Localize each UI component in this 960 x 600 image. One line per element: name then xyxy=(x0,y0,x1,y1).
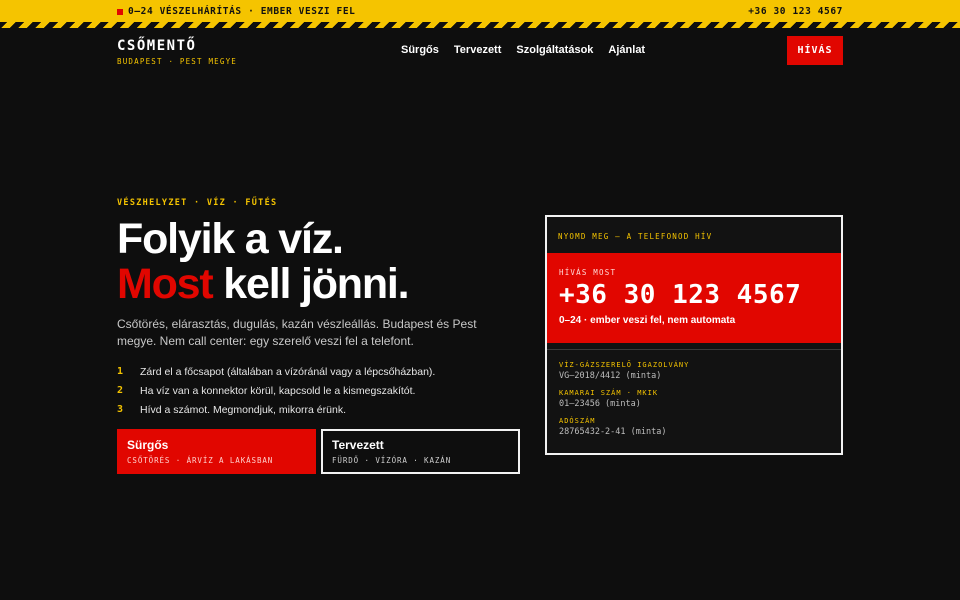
alert-text: 0–24 VÉSZELHÁRÍTÁS · EMBER VESZI FEL xyxy=(128,6,356,17)
panel-call-note: 0–24 · ember veszi fel, nem automata xyxy=(559,315,736,326)
step-text: Ha víz van a konnektor körül, kapcsold l… xyxy=(140,384,416,397)
hero-eyebrow: VÉSZHELYZET · VÍZ · FŰTÉS xyxy=(117,198,278,208)
planned-cta-button[interactable]: Tervezett FÜRDŐ · VÍZÓRA · KAZÁN xyxy=(321,429,520,474)
headline-line1: Folyik a víz. xyxy=(117,215,344,263)
headline-rest: kell jönni. xyxy=(212,260,409,308)
emergency-steps: 1 Zárd el a főcsapot (általában a vízórá… xyxy=(117,362,435,419)
nav-item-offer[interactable]: Ajánlat xyxy=(608,44,645,56)
credential-label: ADÓSZÁM xyxy=(559,417,596,425)
headline-emphasis: Most xyxy=(117,260,214,308)
nav-item-planned[interactable]: Tervezett xyxy=(454,44,501,56)
top-alert-bar: 0–24 VÉSZELHÁRÍTÁS · EMBER VESZI FEL +36… xyxy=(0,0,960,22)
brand-name: CSŐMENTŐ xyxy=(117,38,197,54)
topbar-phone-link[interactable]: +36 30 123 4567 xyxy=(748,6,843,17)
panel-call-label: HÍVÁS MOST xyxy=(559,268,617,277)
credential-label: KAMARAI SZÁM · MKIK xyxy=(559,389,659,397)
hero-lead: Csőtörés, elárasztás, dugulás, kazán vés… xyxy=(117,317,477,348)
nav-item-urgent[interactable]: Sürgős xyxy=(401,44,439,56)
step-number: 3 xyxy=(117,404,124,415)
call-button[interactable]: HÍVÁS xyxy=(787,36,843,65)
planned-cta-title: Tervezett xyxy=(332,438,384,452)
panel-call-block[interactable]: HÍVÁS MOST +36 30 123 4567 0–24 · ember … xyxy=(547,253,841,343)
brand-tagline: BUDAPEST · PEST MEGYE xyxy=(117,57,238,66)
credential-value: 28765432-2-41 (minta) xyxy=(559,427,667,437)
step-number: 1 xyxy=(117,366,124,377)
alert-message: 0–24 VÉSZELHÁRÍTÁS · EMBER VESZI FEL xyxy=(117,6,356,17)
brand-logo[interactable]: CSŐMENTŐ BUDAPEST · PEST MEGYE xyxy=(117,38,237,66)
urgent-cta-subtitle: CSŐTÖRÉS · ÁRVÍZ A LAKÁSBAN xyxy=(127,456,274,465)
panel-header: NYOMD MEG — A TELEFONOD HÍV xyxy=(558,232,713,241)
credentials-list: VÍZ-GÁZSZERELŐ IGAZOLVÁNY VG–2018/4412 (… xyxy=(559,361,689,445)
credential-value: 01–23456 (minta) xyxy=(559,399,641,409)
credential-value: VG–2018/4412 (minta) xyxy=(559,371,662,381)
credential-label: VÍZ-GÁZSZERELŐ IGAZOLVÁNY xyxy=(559,361,690,369)
step-text: Zárd el a főcsapot (általában a vízóráná… xyxy=(140,365,436,378)
step-item: 3 Hívd a számot. Megmondjuk, mikorra érü… xyxy=(117,400,435,419)
panel-phone-number[interactable]: +36 30 123 4567 xyxy=(559,280,829,310)
planned-cta-subtitle: FÜRDŐ · VÍZÓRA · KAZÁN xyxy=(332,456,452,465)
hazard-stripes xyxy=(0,22,960,28)
hero-headline: Folyik a víz. Most kell jönni. xyxy=(117,215,410,308)
alert-square-icon xyxy=(117,8,123,15)
call-panel: NYOMD MEG — A TELEFONOD HÍV HÍVÁS MOST +… xyxy=(545,215,843,455)
step-text: Hívd a számot. Megmondjuk, mikorra érünk… xyxy=(140,403,346,416)
urgent-cta-button[interactable]: Sürgős CSŐTÖRÉS · ÁRVÍZ A LAKÁSBAN xyxy=(117,429,316,474)
step-item: 2 Ha víz van a konnektor körül, kapcsold… xyxy=(117,381,435,400)
step-item: 1 Zárd el a főcsapot (általában a vízórá… xyxy=(117,362,435,381)
main-nav: Sürgős Tervezett Szolgáltatások Ajánlat xyxy=(401,44,645,56)
nav-item-services[interactable]: Szolgáltatások xyxy=(516,44,593,56)
step-number: 2 xyxy=(117,385,124,396)
urgent-cta-title: Sürgős xyxy=(127,438,169,452)
panel-divider xyxy=(547,349,841,350)
